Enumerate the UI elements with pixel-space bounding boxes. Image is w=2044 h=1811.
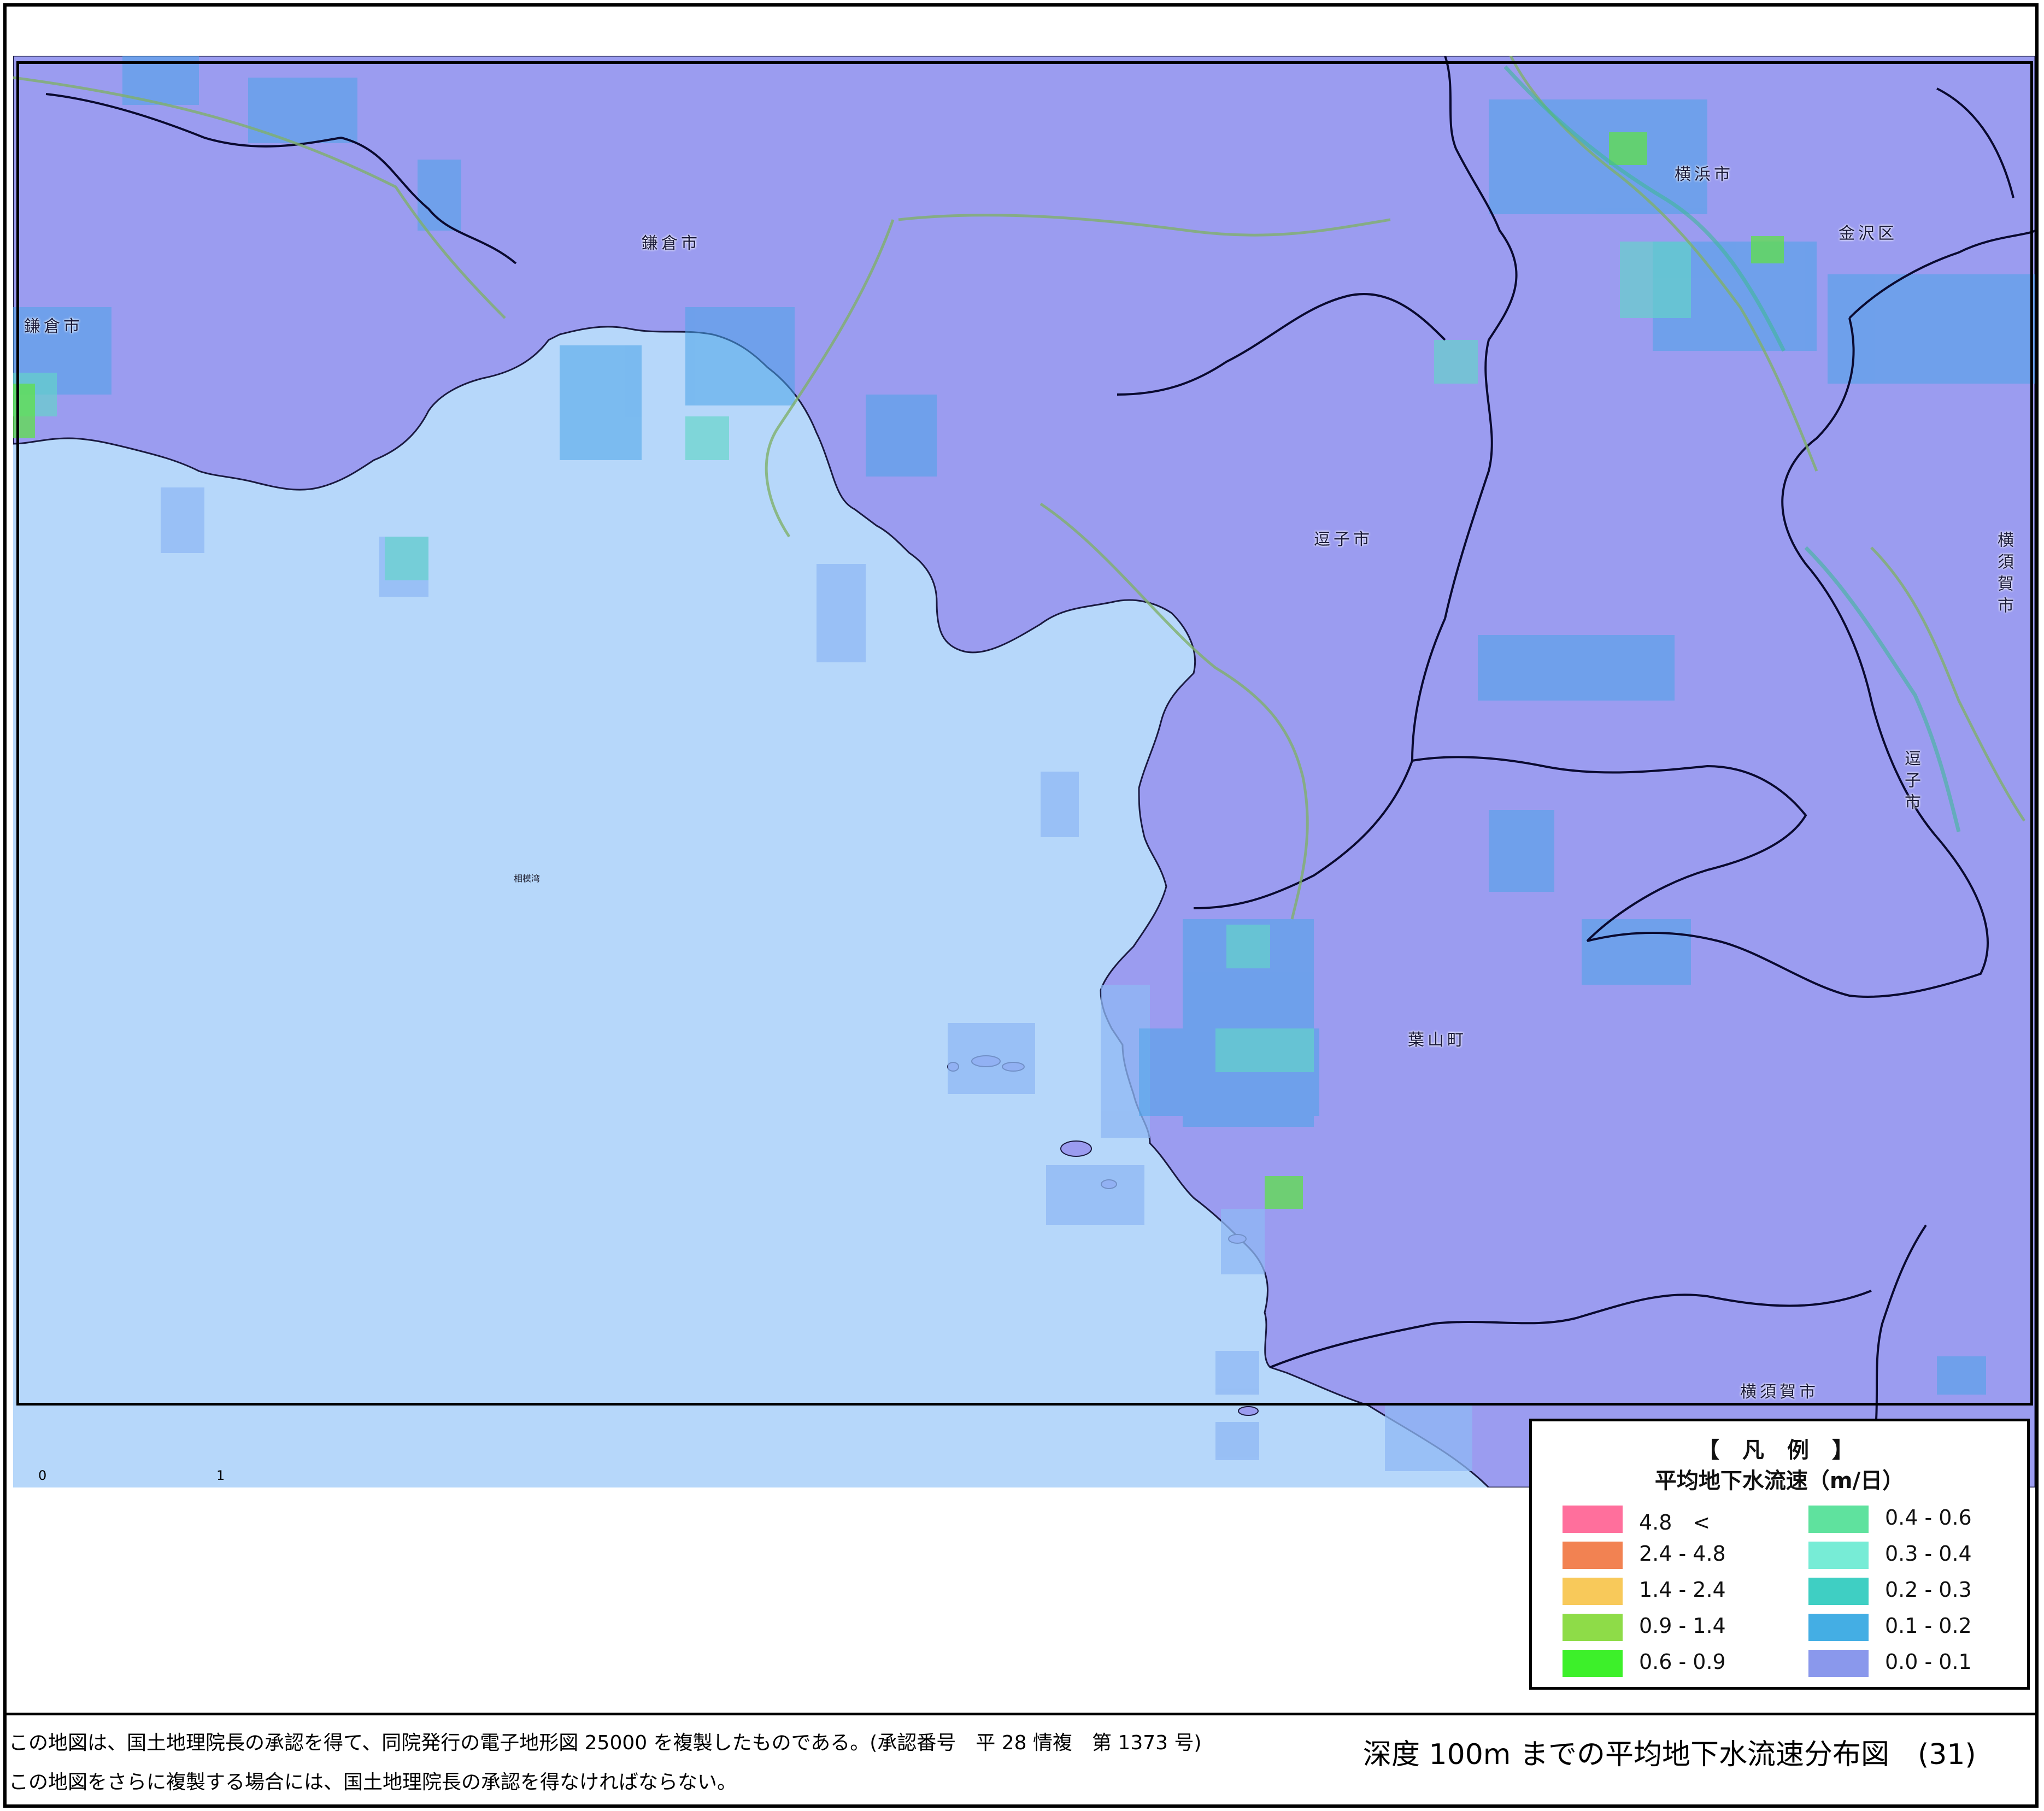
legend-label: 0.6 - 0.9 bbox=[1639, 1650, 1726, 1674]
legend-title: 【 凡 例 】 bbox=[1698, 1438, 1861, 1463]
legend-swatch bbox=[1563, 1506, 1623, 1533]
legend-label: 0.3 - 0.4 bbox=[1885, 1542, 1972, 1566]
copyright-note-1: この地図は、国土地理院長の承認を得て、同院発行の電子地形図 25000 を複製し… bbox=[9, 1732, 1202, 1754]
scale-tick-end: 1 bbox=[216, 1468, 225, 1483]
legend-label: 0.4 - 0.6 bbox=[1885, 1506, 1972, 1530]
legend-item-10: 0.0 - 0.1 bbox=[1808, 1647, 2016, 1677]
legend-item-5: 0.6 - 0.9 bbox=[1563, 1647, 1770, 1677]
legend-swatch bbox=[1563, 1614, 1623, 1641]
legend-item-6: 0.4 - 0.6 bbox=[1808, 1502, 2016, 1533]
legend-box: 【 凡 例 】 平均地下水流速（m/日） 4.8 < 2.4 - 4.8 1.4… bbox=[1529, 1419, 2030, 1690]
legend-item-8: 0.2 - 0.3 bbox=[1808, 1574, 2016, 1605]
legend-item-7: 0.3 - 0.4 bbox=[1808, 1538, 2016, 1569]
map-title: 深度 100m までの平均地下水流速分布図 (31) bbox=[1363, 1738, 1976, 1771]
legend-label: 0.0 - 0.1 bbox=[1885, 1650, 1972, 1674]
legend-swatch bbox=[1563, 1650, 1623, 1677]
legend-swatch bbox=[1563, 1578, 1623, 1605]
footer-divider bbox=[3, 1713, 2039, 1715]
legend-label: 2.4 - 4.8 bbox=[1639, 1542, 1726, 1566]
legend-swatch bbox=[1808, 1650, 1869, 1677]
map-neatline bbox=[16, 61, 2033, 1406]
legend-item-2: 2.4 - 4.8 bbox=[1563, 1538, 1770, 1569]
legend-label: 0.2 - 0.3 bbox=[1885, 1578, 1972, 1602]
legend-label: 1.4 - 2.4 bbox=[1639, 1578, 1726, 1602]
legend-label: 4.8 < bbox=[1639, 1510, 1711, 1534]
legend-label: 0.9 - 1.4 bbox=[1639, 1614, 1726, 1638]
legend-label: 0.1 - 0.2 bbox=[1885, 1614, 1972, 1638]
legend-swatch bbox=[1563, 1542, 1623, 1569]
legend-swatch bbox=[1808, 1506, 1869, 1533]
legend-swatch bbox=[1808, 1614, 1869, 1641]
scale-tick-start: 0 bbox=[38, 1468, 47, 1483]
legend-swatch bbox=[1808, 1542, 1869, 1569]
legend-item-9: 0.1 - 0.2 bbox=[1808, 1610, 2016, 1641]
legend-swatch bbox=[1808, 1578, 1869, 1605]
legend-item-3: 1.4 - 2.4 bbox=[1563, 1574, 1770, 1605]
legend-subtitle: 平均地下水流速（m/日） bbox=[1654, 1468, 1905, 1494]
legend-item-1: 4.8 < bbox=[1563, 1502, 1770, 1534]
copyright-note-2: この地図をさらに複製する場合には、国土地理院長の承認を得なければならない。 bbox=[9, 1771, 737, 1794]
legend-item-4: 0.9 - 1.4 bbox=[1563, 1610, 1770, 1641]
scale-bar: 0 1 km bbox=[38, 1468, 228, 1487]
